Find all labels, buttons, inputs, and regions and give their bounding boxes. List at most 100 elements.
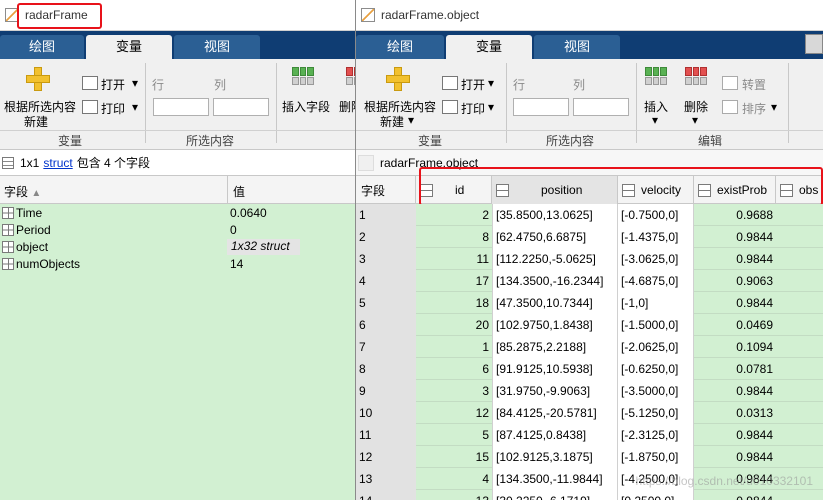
cell-n[interactable]: 13 <box>356 468 416 490</box>
table-row[interactable]: 9 3 [31.9750,-9.9063] [-3.5000,0] 0.9844 <box>356 380 823 402</box>
cell-id[interactable]: 4 <box>416 468 492 490</box>
cell-position[interactable]: [47.3500,10.7344] <box>492 292 618 314</box>
cell-id[interactable]: 18 <box>416 292 492 314</box>
cell-velocity[interactable]: [-1.5000,0] <box>618 314 694 336</box>
table-row[interactable]: 1 2 [35.8500,13.0625] [-0.7500,0] 0.9688 <box>356 204 823 226</box>
tab-variable[interactable]: 变量 <box>86 35 172 59</box>
table-row[interactable]: Period 0 <box>0 222 355 239</box>
cell-id[interactable]: 17 <box>416 270 492 292</box>
cell-n[interactable]: 14 <box>356 490 416 500</box>
cell-velocity[interactable]: [-5.1250,0] <box>618 402 694 424</box>
cell-position[interactable]: [84.4125,-20.5781] <box>492 402 618 424</box>
cell-existprob[interactable]: 0.0781 <box>694 358 776 380</box>
cell-id[interactable]: 20 <box>416 314 492 336</box>
cell-id[interactable]: 15 <box>416 446 492 468</box>
cell-velocity[interactable]: [-1,0] <box>618 292 694 314</box>
new-label[interactable]: 新建 <box>380 113 404 130</box>
cell-position[interactable]: [112.2250,-5.0625] <box>492 248 618 270</box>
value-column-header[interactable]: 值 <box>233 183 245 200</box>
table-row[interactable]: 6 20 [102.9750,1.8438] [-1.5000,0] 0.0469 <box>356 314 823 336</box>
collapse-toolstrip-button[interactable] <box>805 34 823 54</box>
cell-n[interactable]: 7 <box>356 336 416 358</box>
column-header-id[interactable]: id <box>416 176 492 204</box>
tab-variable[interactable]: 变量 <box>446 35 532 59</box>
tab-plots[interactable]: 绘图 <box>356 35 444 59</box>
cell-n[interactable]: 12 <box>356 446 416 468</box>
table-row[interactable]: 7 1 [85.2875,2.2188] [-2.0625,0] 0.1094 <box>356 336 823 358</box>
cell-id[interactable]: 1 <box>416 336 492 358</box>
cell-id[interactable]: 3 <box>416 380 492 402</box>
cell-position[interactable]: [134.3500,-16.2344] <box>492 270 618 292</box>
cell-position[interactable]: [30.2250,-6.1719] <box>492 490 618 500</box>
column-divider[interactable] <box>227 176 228 204</box>
left-title-bar[interactable]: radarFrame <box>0 0 355 31</box>
table-row[interactable]: Time 0.0640 <box>0 205 355 222</box>
cell-existprob[interactable]: 0.9844 <box>694 490 776 500</box>
cell-existprob[interactable]: 0.9844 <box>694 380 776 402</box>
table-row[interactable]: 11 5 [87.4125,0.8438] [-2.3125,0] 0.9844 <box>356 424 823 446</box>
cell-velocity[interactable]: [-3.0625,0] <box>618 248 694 270</box>
print-button[interactable]: 打印 <box>101 100 125 117</box>
cell-velocity[interactable]: [-2.0625,0] <box>618 336 694 358</box>
cell-position[interactable]: [85.2875,2.2188] <box>492 336 618 358</box>
cell-position[interactable]: [102.9125,3.1875] <box>492 446 618 468</box>
transpose-button[interactable]: 转置 <box>742 76 766 93</box>
table-row[interactable]: 4 17 [134.3500,-16.2344] [-4.6875,0] 0.9063 <box>356 270 823 292</box>
cell-id[interactable]: 12 <box>416 402 492 424</box>
cell-velocity[interactable]: [0.2500,0] <box>618 490 694 500</box>
table-row[interactable]: 8 6 [91.9125,10.5938] [-0.6250,0] 0.0781 <box>356 358 823 380</box>
table-row[interactable]: 12 15 [102.9125,3.1875] [-1.8750,0] 0.9844 <box>356 446 823 468</box>
row-input[interactable] <box>153 98 209 116</box>
table-row[interactable]: 2 8 [62.4750,6.6875] [-1.4375,0] 0.9844 <box>356 226 823 248</box>
table-row[interactable]: numObjects 14 <box>0 256 355 273</box>
cell-position[interactable]: [62.4750,6.6875] <box>492 226 618 248</box>
cell-n[interactable]: 3 <box>356 248 416 270</box>
cell-existprob[interactable]: 0.9063 <box>694 270 776 292</box>
cell-existprob[interactable]: 0.0313 <box>694 402 776 424</box>
cell-n[interactable]: 10 <box>356 402 416 424</box>
cell-position[interactable]: [134.3500,-11.9844] <box>492 468 618 490</box>
cell-existprob[interactable]: 0.9688 <box>694 204 776 226</box>
table-row[interactable]: object 1x32 struct <box>0 239 355 256</box>
struct-value-link[interactable]: 1x32 struct <box>227 239 300 255</box>
cell-id[interactable]: 11 <box>416 248 492 270</box>
cell-n[interactable]: 1 <box>356 204 416 226</box>
cell-n[interactable]: 9 <box>356 380 416 402</box>
column-header-position[interactable]: position <box>492 176 618 204</box>
cell-velocity[interactable]: [-1.8750,0] <box>618 446 694 468</box>
tab-plots[interactable]: 绘图 <box>0 35 84 59</box>
cell-id[interactable]: 13 <box>416 490 492 500</box>
cell-velocity[interactable]: [-1.4375,0] <box>618 226 694 248</box>
field-column-header[interactable]: 字段 <box>356 176 416 204</box>
cell-n[interactable]: 6 <box>356 314 416 336</box>
new-label[interactable]: 新建 <box>24 113 48 130</box>
open-button[interactable]: 打开 <box>461 76 485 93</box>
cell-existprob[interactable]: 0.9844 <box>694 424 776 446</box>
cell-id[interactable]: 8 <box>416 226 492 248</box>
cell-id[interactable]: 6 <box>416 358 492 380</box>
row-input[interactable] <box>513 98 569 116</box>
tab-view[interactable]: 视图 <box>534 35 620 59</box>
cell-velocity[interactable]: [-2.3125,0] <box>618 424 694 446</box>
struct-link[interactable]: struct <box>43 156 72 170</box>
cell-existprob[interactable]: 0.0469 <box>694 314 776 336</box>
right-title-bar[interactable]: radarFrame.object <box>356 0 823 31</box>
cell-n[interactable]: 8 <box>356 358 416 380</box>
cell-velocity[interactable]: [-0.6250,0] <box>618 358 694 380</box>
table-row[interactable]: 10 12 [84.4125,-20.5781] [-5.1250,0] 0.0313 <box>356 402 823 424</box>
column-header-velocity[interactable]: velocity <box>618 176 694 204</box>
cell-n[interactable]: 5 <box>356 292 416 314</box>
col-input[interactable] <box>573 98 629 116</box>
print-button[interactable]: 打印 <box>461 100 485 117</box>
table-row[interactable]: 1413[30.2250,-6.1719][0.2500,0]0.9844 <box>356 490 823 500</box>
cell-velocity[interactable]: [-0.7500,0] <box>618 204 694 226</box>
tab-view[interactable]: 视图 <box>174 35 260 59</box>
cell-n[interactable]: 11 <box>356 424 416 446</box>
open-button[interactable]: 打开 <box>101 76 125 93</box>
column-header-existprob[interactable]: existProb <box>694 176 776 204</box>
delete-button[interactable]: 删除 <box>339 98 355 115</box>
cell-existprob[interactable]: 0.1094 <box>694 336 776 358</box>
column-header-obs[interactable]: obs <box>776 176 823 204</box>
cell-position[interactable]: [31.9750,-9.9063] <box>492 380 618 402</box>
cell-position[interactable]: [87.4125,0.8438] <box>492 424 618 446</box>
